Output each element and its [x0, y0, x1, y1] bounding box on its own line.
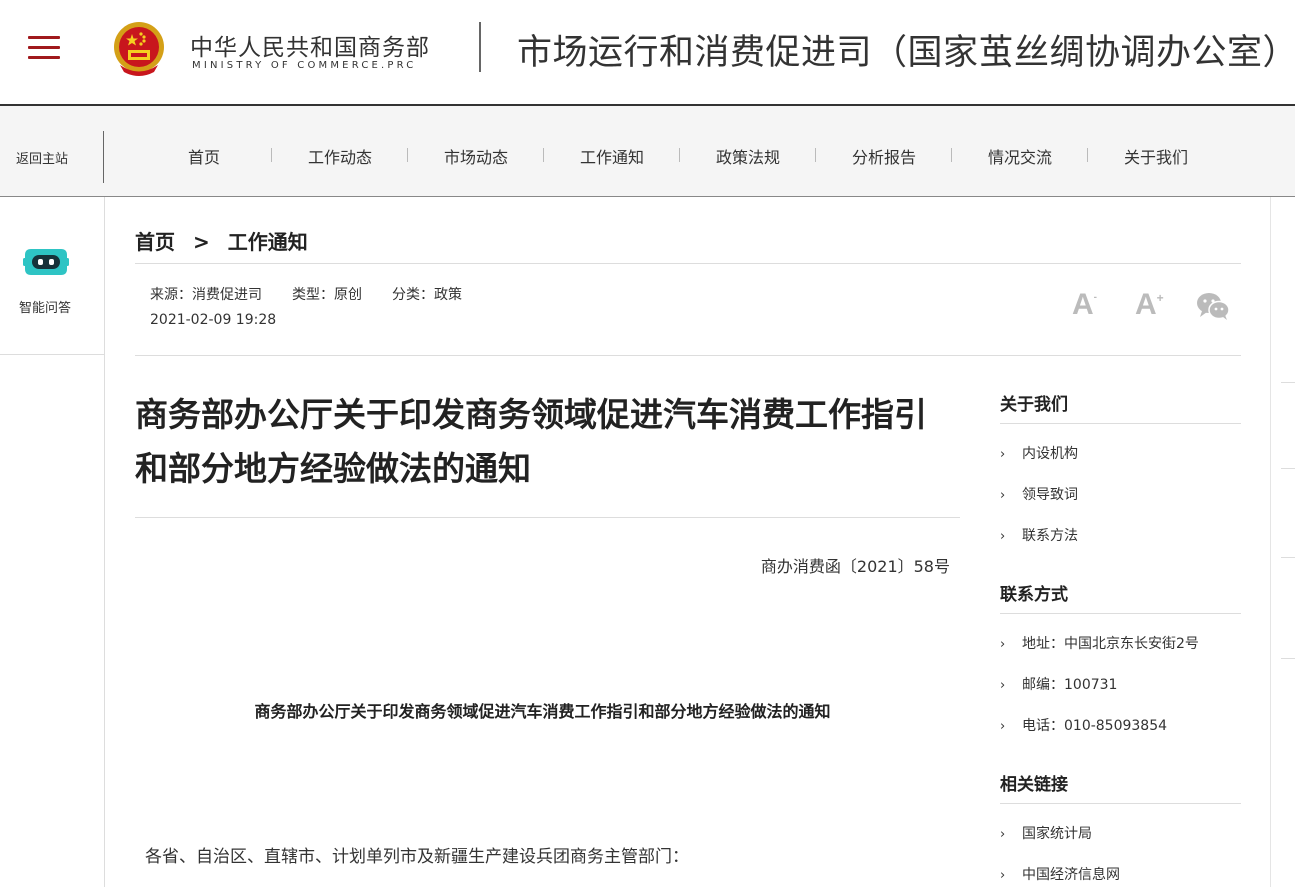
sidebar-contact-label: 地址：中国北京东长安街2号 [1022, 636, 1199, 652]
title-divider [135, 517, 960, 518]
chevron-right-icon: › [1000, 529, 1006, 544]
sidebar-contact-postcode: › 邮编：100731 [1000, 674, 1117, 694]
header-divider [479, 22, 481, 72]
back-home-link[interactable]: 返回主站 [16, 148, 68, 167]
right-edge-tick [1281, 658, 1295, 659]
sidebar-heading-contact: 联系方式 [1000, 585, 1068, 605]
nav-item-work-notices[interactable]: 工作通知 [544, 144, 680, 168]
chevron-right-icon: › [1000, 447, 1006, 462]
font-increase-sign: + [1156, 291, 1164, 305]
nav-item-home[interactable]: 首页 [136, 144, 272, 168]
breadcrumb-separator: > [193, 230, 210, 254]
meta-date: 2021-02-09 19:28 [150, 312, 277, 328]
nav-item-market-news[interactable]: 市场动态 [408, 144, 544, 168]
nav-item-about[interactable]: 关于我们 [1088, 144, 1224, 168]
main-nav: 返回主站 首页 工作动态 市场动态 工作通知 政策法规 分析报告 情况交流 关于… [0, 106, 1295, 197]
font-increase-button[interactable]: A+ [1135, 288, 1164, 322]
chevron-right-icon: › [1000, 637, 1006, 652]
sidebar-contact-label: 电话：010-85093854 [1022, 718, 1168, 734]
ai-assistant-button[interactable]: 智能问答 [0, 197, 105, 355]
sidebar-heading-about: 关于我们 [1000, 395, 1068, 415]
font-decrease-sign: - [1093, 292, 1098, 303]
sidebar-link-contact-method[interactable]: › 联系方法 [1000, 525, 1078, 545]
meta-divider [135, 355, 1241, 356]
document-number: 商办消费函〔2021〕58号 [760, 557, 950, 576]
nav-divider [103, 131, 104, 183]
robot-icon [23, 249, 69, 275]
ministry-name-en: MINISTRY OF COMMERCE.PRC [192, 60, 417, 71]
article-body-paragraph: 各省、自治区、直辖市、计划单列市及新疆生产建设兵团商务主管部门： [145, 847, 689, 867]
font-decrease-button[interactable]: A- [1072, 288, 1097, 322]
sidebar-divider [1000, 613, 1241, 614]
department-title: 市场运行和消费促进司（国家茧丝绸协调办公室） [517, 33, 1295, 73]
side-panel: 智能问答 [0, 197, 105, 887]
article-subtitle: 商务部办公厅关于印发商务领域促进汽车消费工作指引和部分地方经验做法的通知 [254, 702, 831, 721]
sidebar-link-label: 内设机构 [1022, 446, 1078, 462]
nav-item-reports[interactable]: 分析报告 [816, 144, 952, 168]
national-emblem-icon[interactable] [110, 20, 168, 80]
sidebar-divider [1000, 423, 1241, 424]
chevron-right-icon: › [1000, 868, 1006, 883]
sidebar-link-stats-bureau[interactable]: › 国家统计局 [1000, 823, 1092, 843]
article-meta: 来源：消费促进司 类型：原创 分类：政策 [150, 284, 492, 304]
meta-source: 来源：消费促进司 [150, 287, 262, 303]
sidebar-link-label: 国家统计局 [1022, 826, 1092, 842]
chevron-right-icon: › [1000, 488, 1006, 503]
article-title: 商务部办公厅关于印发商务领域促进汽车消费工作指引和部分地方经验做法的通知 [135, 395, 927, 488]
sidebar-contact-address: › 地址：中国北京东长安街2号 [1000, 633, 1199, 653]
meta-type: 类型：原创 [292, 287, 362, 303]
right-edge-tick [1281, 382, 1295, 383]
sidebar-link-label: 领导致词 [1022, 487, 1078, 503]
sidebar-link-departments[interactable]: › 内设机构 [1000, 443, 1078, 463]
breadcrumb-current[interactable]: 工作通知 [228, 230, 308, 254]
font-decrease-label: A [1072, 288, 1094, 321]
wechat-icon[interactable] [1196, 291, 1230, 321]
breadcrumb-home[interactable]: 首页 [135, 230, 175, 254]
sidebar-divider [1000, 803, 1241, 804]
ministry-name-cn[interactable]: 中华人民共和国商务部 [190, 28, 430, 62]
sidebar-heading-links: 相关链接 [1000, 775, 1068, 795]
sidebar-contact-phone: › 电话：010-85093854 [1000, 715, 1167, 735]
right-edge-tick [1281, 468, 1295, 469]
meta-category: 分类：政策 [392, 287, 462, 303]
sidebar-link-econ-info-net[interactable]: › 中国经济信息网 [1000, 864, 1120, 884]
chevron-right-icon: › [1000, 678, 1006, 693]
chevron-right-icon: › [1000, 827, 1006, 842]
hamburger-menu-icon[interactable] [28, 36, 60, 62]
breadcrumb-divider [135, 263, 1241, 264]
sidebar-link-label: 中国经济信息网 [1022, 867, 1120, 883]
nav-item-work-news[interactable]: 工作动态 [272, 144, 408, 168]
right-edge-tick [1281, 557, 1295, 558]
nav-item-exchange[interactable]: 情况交流 [952, 144, 1088, 168]
ai-assistant-label: 智能问答 [18, 301, 71, 316]
chevron-right-icon: › [1000, 719, 1006, 734]
breadcrumb: 首页 > 工作通知 [135, 226, 308, 255]
site-header: 中华人民共和国商务部 MINISTRY OF COMMERCE.PRC 市场运行… [0, 0, 1295, 106]
sidebar-contact-label: 邮编：100731 [1022, 677, 1118, 693]
right-edge-line [1270, 197, 1271, 887]
sidebar-link-leader-speech[interactable]: › 领导致词 [1000, 484, 1078, 504]
font-increase-label: A [1135, 288, 1157, 321]
sidebar-link-label: 联系方法 [1022, 528, 1078, 544]
nav-item-policies[interactable]: 政策法规 [680, 144, 816, 168]
